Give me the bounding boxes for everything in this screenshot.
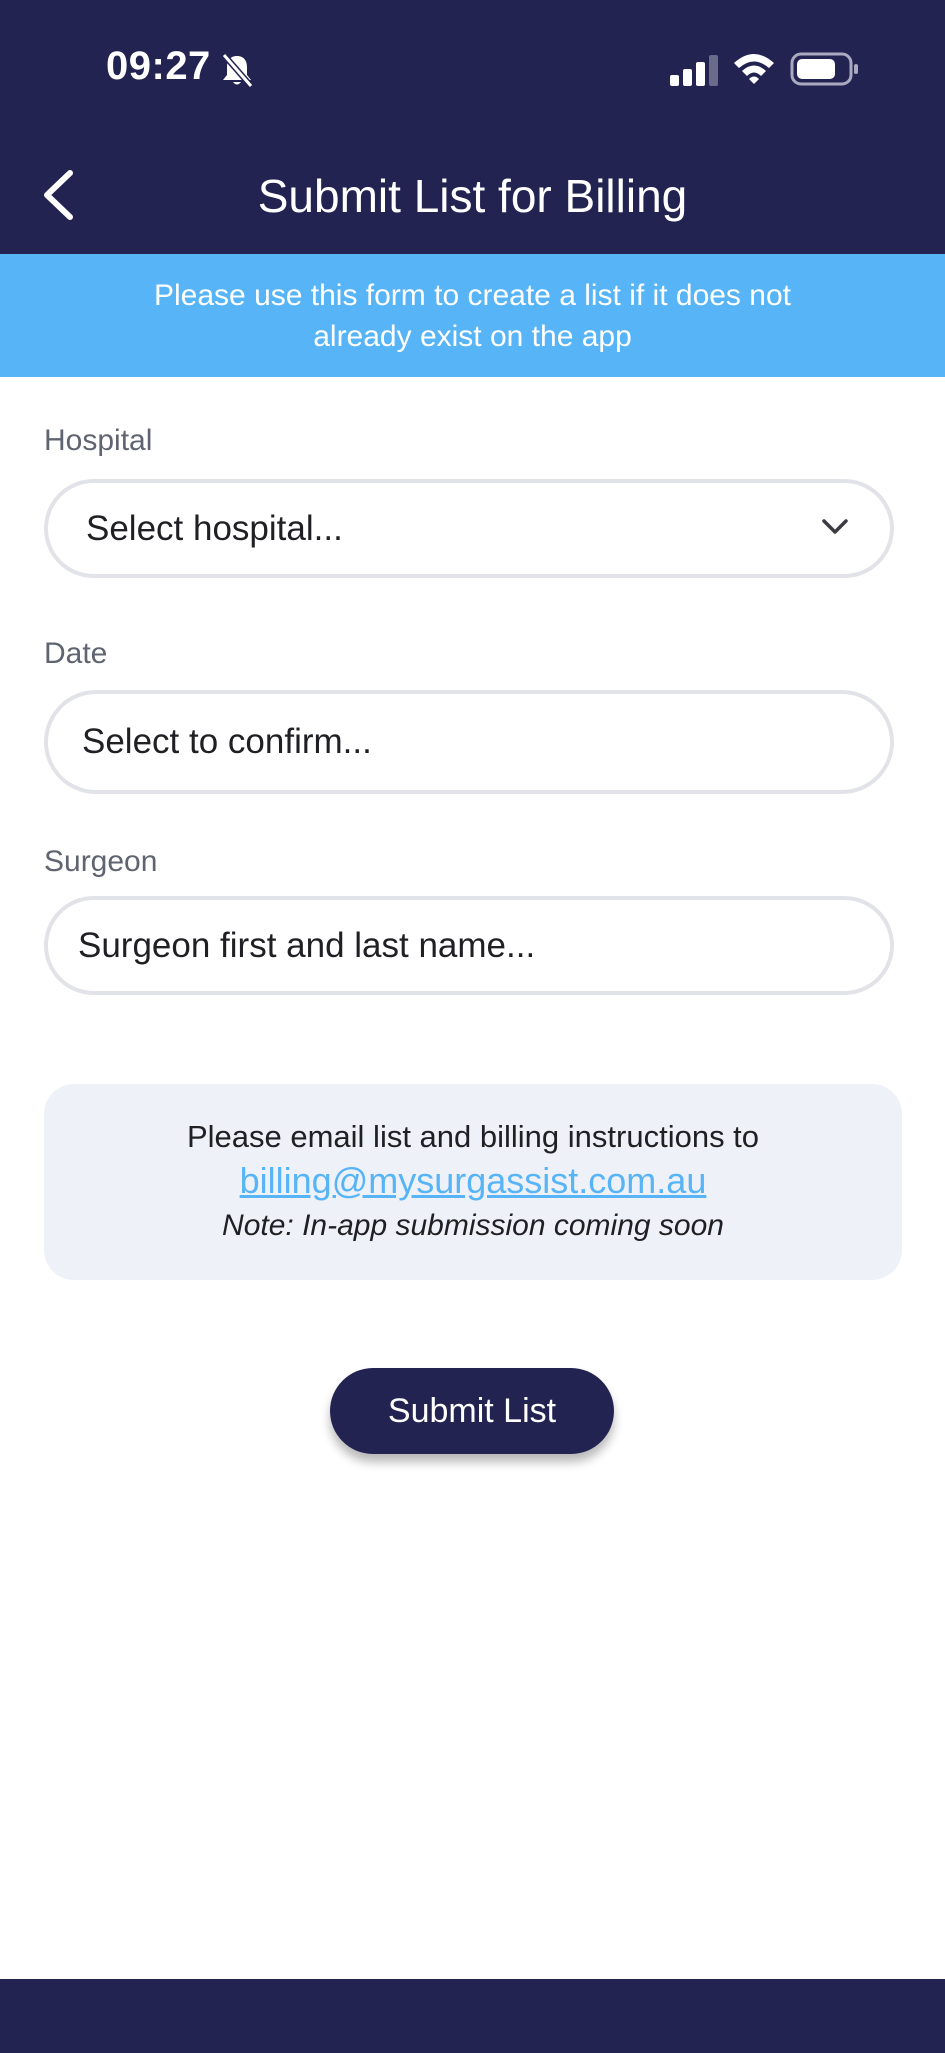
signal-icon — [670, 55, 718, 86]
date-picker-value: Select to confirm... — [82, 722, 372, 761]
hospital-select[interactable]: Select hospital... — [44, 479, 894, 578]
hospital-label: Hospital — [44, 424, 153, 457]
date-picker[interactable]: Select to confirm... — [44, 690, 894, 794]
info-banner: Please use this form to create a list if… — [0, 254, 945, 377]
date-label: Date — [44, 637, 108, 670]
page-title: Submit List for Billing — [257, 170, 688, 222]
email-instructions-card: Please email list and billing instructio… — [44, 1084, 902, 1280]
status-time: 09:27 — [106, 44, 211, 88]
coming-soon-note: Note: In-app submission coming soon — [222, 1209, 724, 1242]
surgeon-input[interactable]: Surgeon first and last name... — [44, 896, 894, 995]
bottom-bar — [0, 1979, 945, 2053]
app-header: 09:27 Submit List for Billing — [0, 0, 945, 254]
hospital-select-value: Select hospital... — [86, 509, 343, 548]
submit-list-button[interactable]: Submit List — [330, 1368, 614, 1454]
surgeon-input-placeholder: Surgeon first and last name... — [78, 926, 536, 965]
bell-slash-icon — [221, 53, 254, 88]
billing-email-link[interactable]: billing@mysurgassist.com.au — [44, 1160, 902, 1202]
wifi-icon — [734, 54, 774, 84]
email-instructions-text: Please email list and billing instructio… — [186, 1119, 760, 1154]
battery-icon — [790, 52, 858, 86]
info-banner-text: Please use this form to create a list if… — [154, 278, 791, 353]
chevron-down-icon — [822, 519, 848, 534]
surgeon-label: Surgeon — [44, 845, 158, 878]
